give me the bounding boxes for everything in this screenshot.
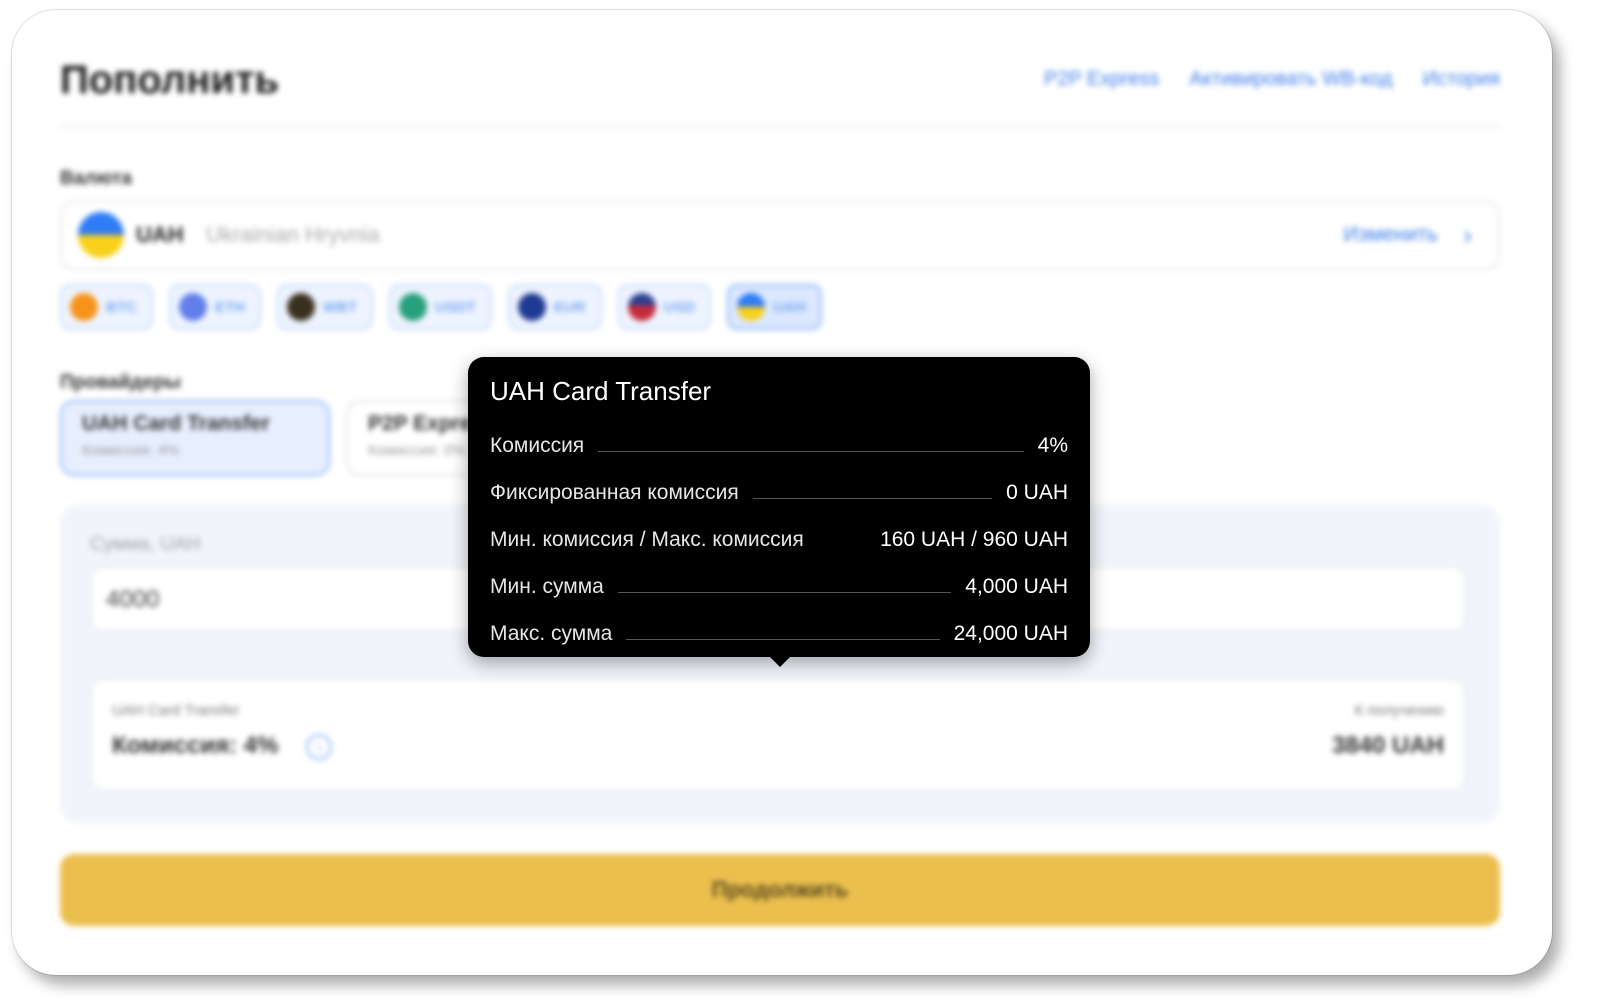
wbt-icon xyxy=(286,293,315,321)
amount-value: 4000 xyxy=(106,586,160,613)
p2p-express-link[interactable]: P2P Express xyxy=(1044,68,1159,91)
chip-btc[interactable]: BTC xyxy=(60,284,153,330)
chip-eth[interactable]: ETH xyxy=(168,284,261,330)
change-currency-link[interactable]: Изменить xyxy=(1343,223,1438,247)
provider-commission: Комиссия: 4% xyxy=(82,442,180,459)
currency-name: Ukrainian Hryvnia xyxy=(206,222,380,247)
summary-commission: Комиссия: 4% xyxy=(112,732,279,759)
tooltip-leader-line xyxy=(598,451,1024,452)
tooltip-key: Фиксированная комиссия xyxy=(490,481,739,504)
tooltip-value: 24,000 UAH xyxy=(953,622,1068,645)
ua-flag-icon xyxy=(78,212,124,258)
header-divider xyxy=(60,126,1500,128)
chip-label: EUR xyxy=(553,298,586,316)
tooltip-value: 4% xyxy=(1037,434,1068,457)
info-icon[interactable]: i xyxy=(306,734,332,760)
provider-name: UAH Card Transfer xyxy=(82,412,270,435)
tooltip-value: 0 UAH xyxy=(1006,481,1068,504)
chip-wbt[interactable]: WBT xyxy=(276,284,373,330)
providers-label: Провайдеры xyxy=(60,372,182,393)
chip-usdt[interactable]: USDT xyxy=(388,284,492,330)
tooltip-value: 160 UAH / 960 UAH xyxy=(880,528,1068,551)
eu-flag-icon xyxy=(517,293,546,321)
provider-uah-card-transfer[interactable]: UAH Card Transfer Комиссия: 4% xyxy=(60,400,330,476)
chevron-right-icon: › xyxy=(1463,220,1472,250)
tooltip-key: Мин. сумма xyxy=(490,575,604,598)
summary-provider: UAH Card Transfer xyxy=(112,702,240,719)
us-flag-icon xyxy=(627,293,656,321)
tooltip-row-min-max-commission: Мин. комиссия / Макс. комиссия 160 UAH /… xyxy=(490,515,1068,562)
tooltip-key: Мин. комиссия / Макс. комиссия xyxy=(490,528,804,551)
receive-value: 3840 UAH xyxy=(1331,732,1444,759)
currency-label: Валюта xyxy=(60,168,132,189)
ethereum-icon xyxy=(178,293,207,321)
currency-code: UAH xyxy=(136,222,184,247)
tooltip-leader-line xyxy=(626,639,940,640)
provider-tooltip: UAH Card Transfer Комиссия 4% Фиксирован… xyxy=(468,357,1090,667)
tooltip-key: Макс. сумма xyxy=(490,622,613,645)
tooltip-row-commission: Комиссия 4% xyxy=(490,421,1068,468)
activate-wb-code-link[interactable]: Активировать WB-код xyxy=(1189,68,1392,91)
tooltip-value: 4,000 UAH xyxy=(965,575,1068,598)
tooltip-key: Комиссия xyxy=(490,434,585,457)
chip-label: ETH xyxy=(214,298,245,316)
chip-label: BTC xyxy=(106,298,137,316)
amount-label: Сумма, UAH xyxy=(90,534,201,555)
chip-usd[interactable]: USD xyxy=(617,284,712,330)
tooltip-title: UAH Card Transfer xyxy=(490,376,712,406)
header-links: P2P Express Активировать WB-код История xyxy=(1044,68,1500,91)
currency-chips: BTC ETH WBT USDT EUR USD UAH xyxy=(60,284,822,330)
chip-label: UAH xyxy=(773,298,806,316)
tooltip-row-max-amount: Макс. сумма 24,000 UAH xyxy=(490,609,1068,656)
commission-summary: UAH Card Transfer Комиссия: 4% i К получ… xyxy=(90,678,1466,792)
tooltip-row-min-amount: Мин. сумма 4,000 UAH xyxy=(490,562,1068,609)
bitcoin-icon xyxy=(70,293,98,321)
tooltip-row-fixed-commission: Фиксированная комиссия 0 UAH xyxy=(490,468,1068,515)
continue-button[interactable]: Продолжить xyxy=(60,854,1500,926)
tooltip-leader-line xyxy=(617,592,952,593)
history-link[interactable]: История xyxy=(1422,68,1500,91)
page-title: Пополнить xyxy=(60,58,280,102)
receive-label: К получению xyxy=(1354,702,1444,719)
chip-label: USD xyxy=(663,298,696,316)
chip-uah[interactable]: UAH xyxy=(727,284,822,330)
chip-label: USDT xyxy=(434,298,476,316)
tooltip-leader-line xyxy=(752,498,993,499)
ua-flag-icon xyxy=(737,293,766,321)
chip-eur[interactable]: EUR xyxy=(507,284,602,330)
tether-icon xyxy=(398,293,427,321)
chip-label: WBT xyxy=(322,298,357,316)
currency-selector[interactable]: UAH Ukrainian Hryvnia Изменить › xyxy=(60,200,1500,270)
